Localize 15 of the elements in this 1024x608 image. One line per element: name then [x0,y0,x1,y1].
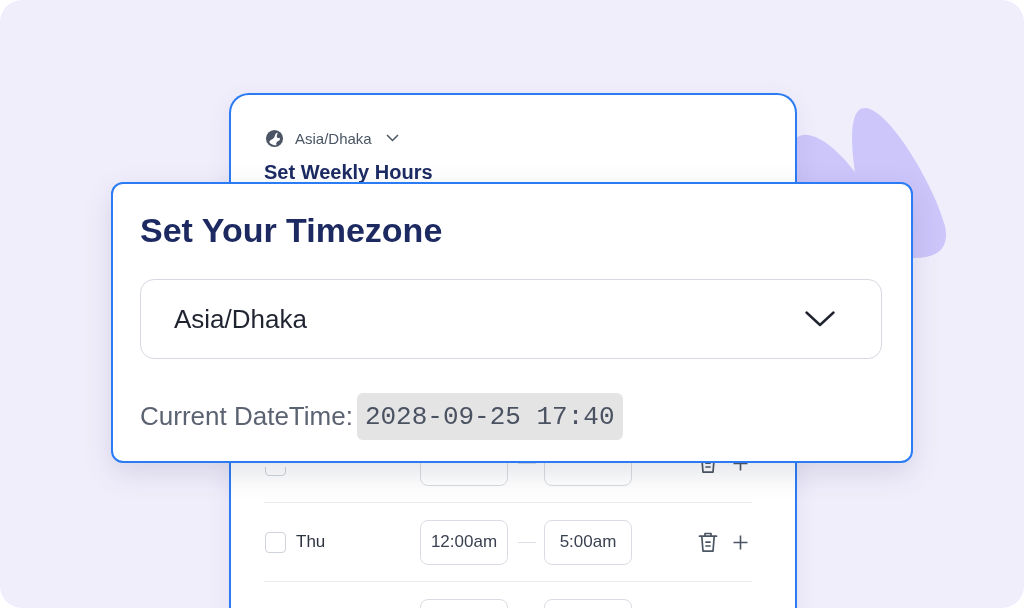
timezone-dropdown[interactable]: Asia/Dhaka [265,128,399,148]
datetime-label: Current DateTime: [140,401,353,432]
datetime-value: 2028-09-25 17:40 [356,393,623,440]
chevron-down-icon [805,311,835,327]
timezone-select[interactable]: Asia/Dhaka [140,279,882,359]
end-time-field[interactable]: 5:00am [544,519,632,565]
checkbox[interactable] [265,531,286,553]
section-title: Set Weekly Hours [264,160,433,184]
dialog-title: Set Your Timezone [140,210,444,250]
day-label: Thu [296,532,326,552]
plus-icon[interactable] [733,534,748,550]
start-time-field[interactable]: 12:00am [420,519,508,565]
globe-icon [265,128,284,148]
trash-icon[interactable] [698,531,718,553]
chevron-down-icon [385,134,399,142]
